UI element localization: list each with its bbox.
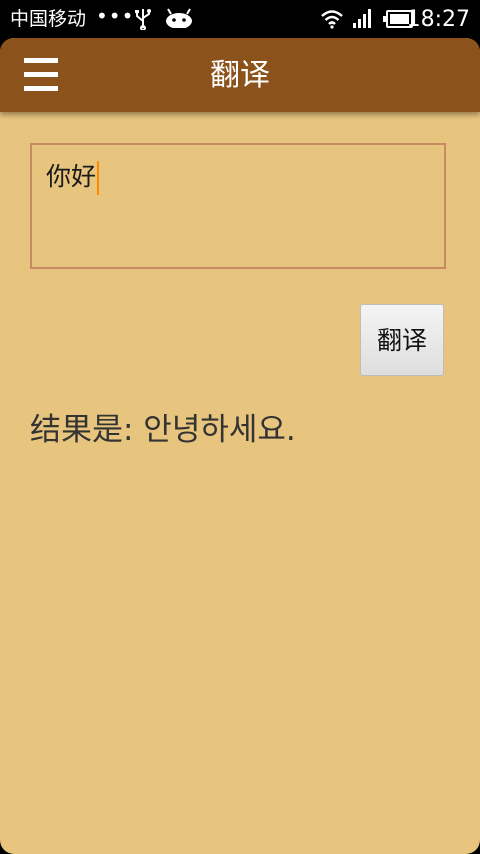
- result-text: 结果是: 안녕하세요.: [30, 412, 296, 448]
- text-caret: [97, 161, 100, 195]
- carrier-name: 中国移动: [10, 8, 87, 30]
- app-content: 翻译 你好 翻译 结果是: 안녕하세요.: [0, 38, 480, 854]
- input-text-value: 你好: [46, 161, 100, 195]
- signal-icon: [352, 9, 374, 33]
- usb-icon: [134, 8, 152, 34]
- menu-icon[interactable]: [24, 58, 58, 94]
- toolbar: 翻译: [0, 38, 480, 112]
- input-value: 你好: [46, 162, 97, 191]
- wifi-icon: [320, 9, 344, 33]
- translate-button[interactable]: 翻译: [360, 304, 444, 376]
- android-icon: [165, 8, 193, 32]
- page-title: 翻译: [210, 58, 270, 93]
- status-bar: 中国移动 ••• 18:27: [0, 0, 480, 38]
- text-input-field[interactable]: 你好: [30, 143, 446, 269]
- more-notifications-dots: •••: [96, 4, 135, 28]
- clock-time: 18:27: [406, 7, 470, 32]
